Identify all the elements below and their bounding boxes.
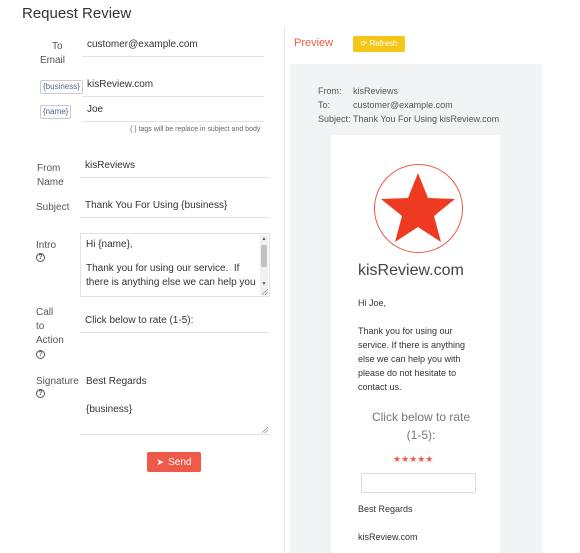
name-tag: {name} <box>40 105 72 119</box>
refresh-label: Refresh <box>369 39 398 48</box>
intro-label: Intro <box>36 240 57 251</box>
brand-name: kisReview.com <box>358 262 464 279</box>
intro-textarea[interactable]: Hi {name}, Thank you for using our servi… <box>80 233 270 297</box>
scroll-thumb[interactable] <box>261 245 267 267</box>
to-label-line1: To <box>52 41 63 52</box>
column-divider <box>284 28 285 553</box>
preview-subject-label: Subject: <box>318 114 351 124</box>
cta-label-line2: to <box>36 321 45 332</box>
from-name-field[interactable]: kisReviews <box>80 156 270 178</box>
mini-feedback-input[interactable] <box>361 473 476 493</box>
signature-line1: Best Regards <box>86 376 147 387</box>
body-line: service. If there is anything <box>358 340 466 350</box>
body-line: contact us. <box>358 382 402 392</box>
preview-from-label: From: <box>318 86 342 96</box>
signature-line2: {business} <box>86 404 133 415</box>
refresh-icon: ⟳ <box>360 39 368 48</box>
signature-textarea[interactable]: Best Regards {business} <box>80 370 270 435</box>
cta-field[interactable]: Click below to rate (1-5): <box>80 311 270 333</box>
cta-label-line3: Action <box>36 335 64 346</box>
preview-from-value: kisReviews <box>353 86 399 96</box>
page-title: Request Review <box>22 5 132 22</box>
send-label: Send <box>168 457 192 468</box>
signature-help-icon[interactable]: ? <box>36 389 45 398</box>
to-email-field[interactable]: customer@example.com <box>82 35 264 57</box>
business-tag: {business} <box>40 80 83 94</box>
resize-handle-icon[interactable] <box>262 289 268 295</box>
preview-body: Thank you for using our service. If ther… <box>358 324 493 394</box>
tags-hint: { } tags will be replace in subject and … <box>130 126 261 133</box>
preview-signature: Best Regards <box>358 504 413 514</box>
preview-to-label: To: <box>318 100 331 110</box>
preview-subject-value: Thank You For Using kisReview.com <box>353 114 500 124</box>
cta-label-line1: Call <box>36 307 54 318</box>
star-icon <box>381 173 455 242</box>
signature-label: Signature <box>36 376 79 387</box>
body-line: please do not hesitate to <box>358 368 457 378</box>
cta-line: (1-5): <box>406 428 436 442</box>
signature-resize-icon[interactable] <box>262 427 268 433</box>
scroll-down-icon[interactable]: ▼ <box>261 281 267 287</box>
intro-line2: Thank you for using our service. If <box>86 263 240 274</box>
preview-to-value: customer@example.com <box>353 100 453 110</box>
name-field[interactable]: Joe <box>82 100 264 122</box>
preview-signature-business: kisReview.com <box>358 532 418 542</box>
intro-scrollbar[interactable]: ▲ ▼ <box>260 235 268 295</box>
scroll-up-icon[interactable]: ▲ <box>261 236 267 242</box>
business-field[interactable]: kisReview.com <box>82 75 264 97</box>
from-label-line1: From <box>37 163 61 174</box>
refresh-button[interactable]: ⟳ Refresh <box>353 36 405 52</box>
subject-label: Subject <box>36 202 70 213</box>
rating-stars[interactable]: ★★★★★ <box>393 454 433 464</box>
paper-plane-icon: ➤ <box>156 457 165 467</box>
intro-help-icon[interactable]: ? <box>36 253 45 262</box>
from-label-line2: Name <box>37 177 64 188</box>
cta-help-icon[interactable]: ? <box>36 350 45 359</box>
subject-field[interactable]: Thank You For Using {business} <box>80 196 270 218</box>
body-line: else we can help you with <box>358 354 461 364</box>
to-label-line2: Email <box>40 55 66 66</box>
preview-title: Preview <box>294 37 334 49</box>
logo <box>374 164 463 253</box>
preview-cta: Click below to rate (1-5): <box>358 408 484 444</box>
intro-line3: there is anything else we can help you <box>86 277 256 288</box>
body-line: Thank you for using our <box>358 326 453 336</box>
cta-line: Click below to rate <box>371 410 471 424</box>
preview-greeting: Hi Joe, <box>358 298 387 308</box>
intro-line1: Hi {name}, <box>86 239 133 250</box>
send-button[interactable]: ➤ Send <box>147 452 201 472</box>
